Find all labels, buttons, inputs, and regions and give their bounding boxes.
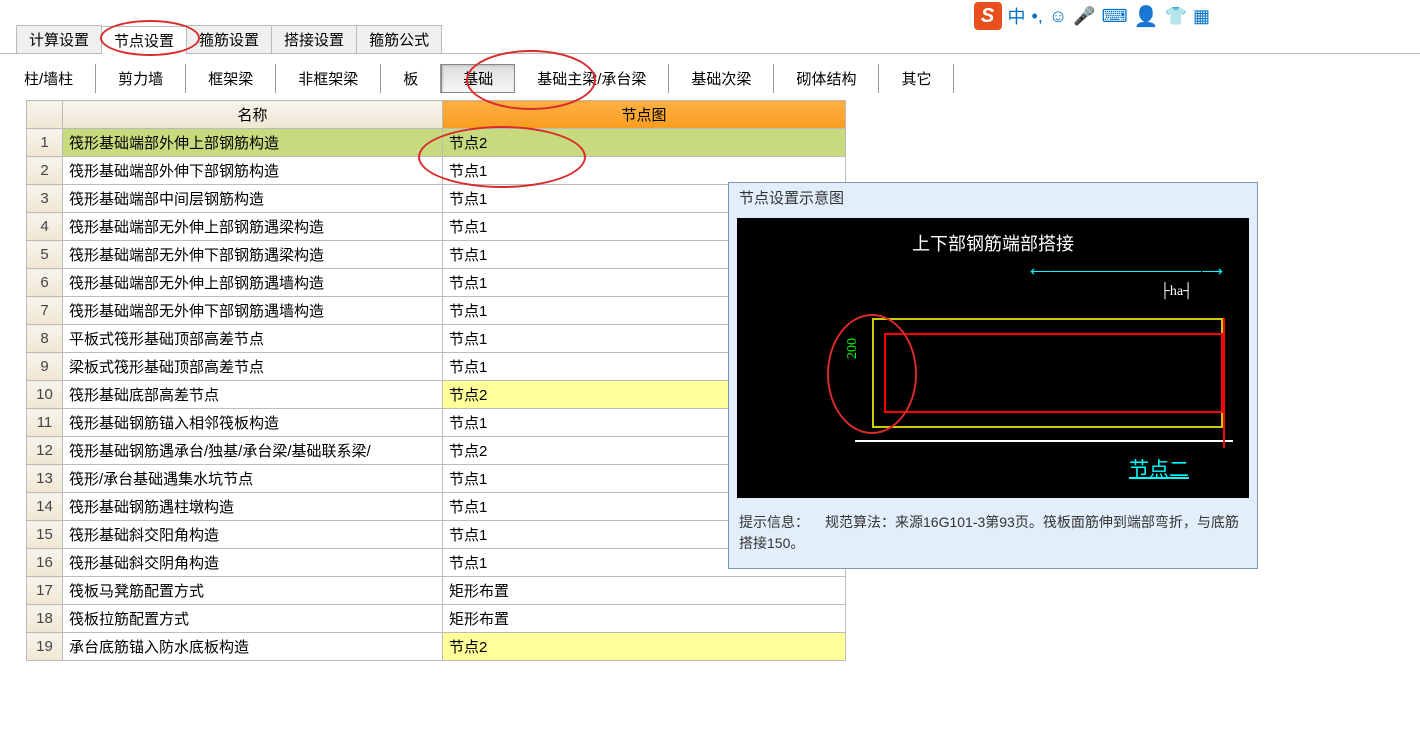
tab-lap-settings[interactable]: 搭接设置 bbox=[271, 25, 357, 53]
row-number[interactable]: 12 bbox=[27, 437, 63, 465]
row-name-cell[interactable]: 筏形基础端部外伸上部钢筋构造 bbox=[63, 129, 443, 157]
subtab-masonry[interactable]: 砌体结构 bbox=[774, 64, 879, 93]
subtab-foundation[interactable]: 基础 bbox=[441, 64, 515, 93]
row-number[interactable]: 17 bbox=[27, 577, 63, 605]
preview-tip: 提示信息：规范算法：来源16G101-3第93页。筏板面筋伸到端部弯折，与底筋搭… bbox=[729, 504, 1257, 568]
subtab-bar: 柱/墙柱 剪力墙 框架梁 非框架梁 板 基础 基础主梁/承台梁 基础次梁 砌体结… bbox=[0, 56, 1420, 101]
row-number[interactable]: 13 bbox=[27, 465, 63, 493]
tab-stirrup-settings[interactable]: 箍筋设置 bbox=[186, 25, 272, 53]
row-number[interactable]: 18 bbox=[27, 605, 63, 633]
settings-table: 名称 节点图 1筏形基础端部外伸上部钢筋构造节点22筏形基础端部外伸下部钢筋构造… bbox=[26, 100, 846, 661]
row-node-cell[interactable]: 节点2 bbox=[443, 129, 846, 157]
tab-stirrup-formula[interactable]: 箍筋公式 bbox=[356, 25, 442, 53]
row-number[interactable]: 16 bbox=[27, 549, 63, 577]
row-name-cell[interactable]: 筏形基础钢筋遇柱墩构造 bbox=[63, 493, 443, 521]
row-number[interactable]: 6 bbox=[27, 269, 63, 297]
cad-top-dim: ⟵⟶ bbox=[1030, 262, 1223, 281]
cad-base-line bbox=[855, 440, 1233, 442]
row-name-cell[interactable]: 筏形基础钢筋遇承台/独基/承台梁/基础联系梁/ bbox=[63, 437, 443, 465]
tip-label: 提示信息： bbox=[739, 512, 809, 533]
row-number[interactable]: 8 bbox=[27, 325, 63, 353]
subtab-frame-beam[interactable]: 框架梁 bbox=[186, 64, 276, 93]
preview-panel-title: 节点设置示意图 bbox=[729, 183, 1257, 212]
subtab-foundation-sec-beam[interactable]: 基础次梁 bbox=[669, 64, 774, 93]
row-name-cell[interactable]: 筏形基础端部无外伸下部钢筋遇墙构造 bbox=[63, 297, 443, 325]
cad-ha-label: ├ha┤ bbox=[1160, 284, 1193, 300]
row-number[interactable]: 10 bbox=[27, 381, 63, 409]
row-name-cell[interactable]: 筏形基础端部无外伸上部钢筋遇梁构造 bbox=[63, 213, 443, 241]
row-number[interactable]: 7 bbox=[27, 297, 63, 325]
row-node-cell[interactable]: 节点2 bbox=[443, 633, 846, 661]
row-number[interactable]: 19 bbox=[27, 633, 63, 661]
cad-node-link[interactable]: 节点二 bbox=[1129, 453, 1189, 482]
row-name-cell[interactable]: 筏形基础钢筋锚入相邻筏板构造 bbox=[63, 409, 443, 437]
row-number[interactable]: 5 bbox=[27, 241, 63, 269]
row-name-cell[interactable]: 承台底筋锚入防水底板构造 bbox=[63, 633, 443, 661]
row-name-cell[interactable]: 筏形基础端部外伸下部钢筋构造 bbox=[63, 157, 443, 185]
tab-node-settings[interactable]: 节点设置 bbox=[101, 26, 187, 54]
row-name-cell[interactable]: 筏形基础端部中间层钢筋构造 bbox=[63, 185, 443, 213]
row-node-cell[interactable]: 矩形布置 bbox=[443, 577, 846, 605]
cad-inner-rect bbox=[884, 333, 1223, 413]
row-name-cell[interactable]: 梁板式筏形基础顶部高差节点 bbox=[63, 353, 443, 381]
row-number[interactable]: 11 bbox=[27, 409, 63, 437]
row-node-cell[interactable]: 矩形布置 bbox=[443, 605, 846, 633]
row-name-cell[interactable]: 平板式筏形基础顶部高差节点 bbox=[63, 325, 443, 353]
row-name-cell[interactable]: 筏形基础底部高差节点 bbox=[63, 381, 443, 409]
row-name-cell[interactable]: 筏形基础斜交阳角构造 bbox=[63, 521, 443, 549]
subtab-foundation-main-beam[interactable]: 基础主梁/承台梁 bbox=[515, 64, 669, 93]
row-name-cell[interactable]: 筏形基础斜交阴角构造 bbox=[63, 549, 443, 577]
subtab-other[interactable]: 其它 bbox=[879, 64, 954, 93]
tab-calc-settings[interactable]: 计算设置 bbox=[16, 25, 102, 53]
row-number[interactable]: 14 bbox=[27, 493, 63, 521]
subtab-nonframe-beam[interactable]: 非框架梁 bbox=[276, 64, 381, 93]
annotation-circle-cad bbox=[827, 314, 917, 434]
subtab-shearwall[interactable]: 剪力墙 bbox=[96, 64, 186, 93]
row-name-cell[interactable]: 筏形基础端部无外伸上部钢筋遇墙构造 bbox=[63, 269, 443, 297]
subtab-slab[interactable]: 板 bbox=[381, 64, 441, 93]
tip-text: 规范算法：来源16G101-3第93页。筏板面筋伸到端部弯折，与底筋搭接150。 bbox=[739, 514, 1239, 551]
row-number[interactable]: 9 bbox=[27, 353, 63, 381]
preview-panel: 节点设置示意图 上下部钢筋端部搭接 ⟵⟶ ├ha┤ 200 节点二 提示信息：规… bbox=[728, 182, 1258, 569]
cad-title: 上下部钢筋端部搭接 bbox=[737, 230, 1249, 256]
preview-canvas: 上下部钢筋端部搭接 ⟵⟶ ├ha┤ 200 节点二 bbox=[737, 218, 1249, 498]
cad-red-vertical bbox=[1223, 318, 1225, 448]
top-tabstrip: 计算设置 节点设置 箍筋设置 搭接设置 箍筋公式 bbox=[0, 24, 1420, 54]
row-number[interactable]: 1 bbox=[27, 129, 63, 157]
row-name-cell[interactable]: 筏板马凳筋配置方式 bbox=[63, 577, 443, 605]
row-number[interactable]: 15 bbox=[27, 521, 63, 549]
subtab-column[interactable]: 柱/墙柱 bbox=[14, 64, 96, 93]
col-header-rownum bbox=[27, 101, 63, 129]
col-header-node[interactable]: 节点图 bbox=[443, 101, 846, 129]
row-name-cell[interactable]: 筏形基础端部无外伸下部钢筋遇梁构造 bbox=[63, 241, 443, 269]
col-header-name[interactable]: 名称 bbox=[63, 101, 443, 129]
row-name-cell[interactable]: 筏形/承台基础遇集水坑节点 bbox=[63, 465, 443, 493]
row-node-cell[interactable]: 节点1 bbox=[443, 157, 846, 185]
row-name-cell[interactable]: 筏板拉筋配置方式 bbox=[63, 605, 443, 633]
row-number[interactable]: 3 bbox=[27, 185, 63, 213]
row-number[interactable]: 4 bbox=[27, 213, 63, 241]
row-number[interactable]: 2 bbox=[27, 157, 63, 185]
